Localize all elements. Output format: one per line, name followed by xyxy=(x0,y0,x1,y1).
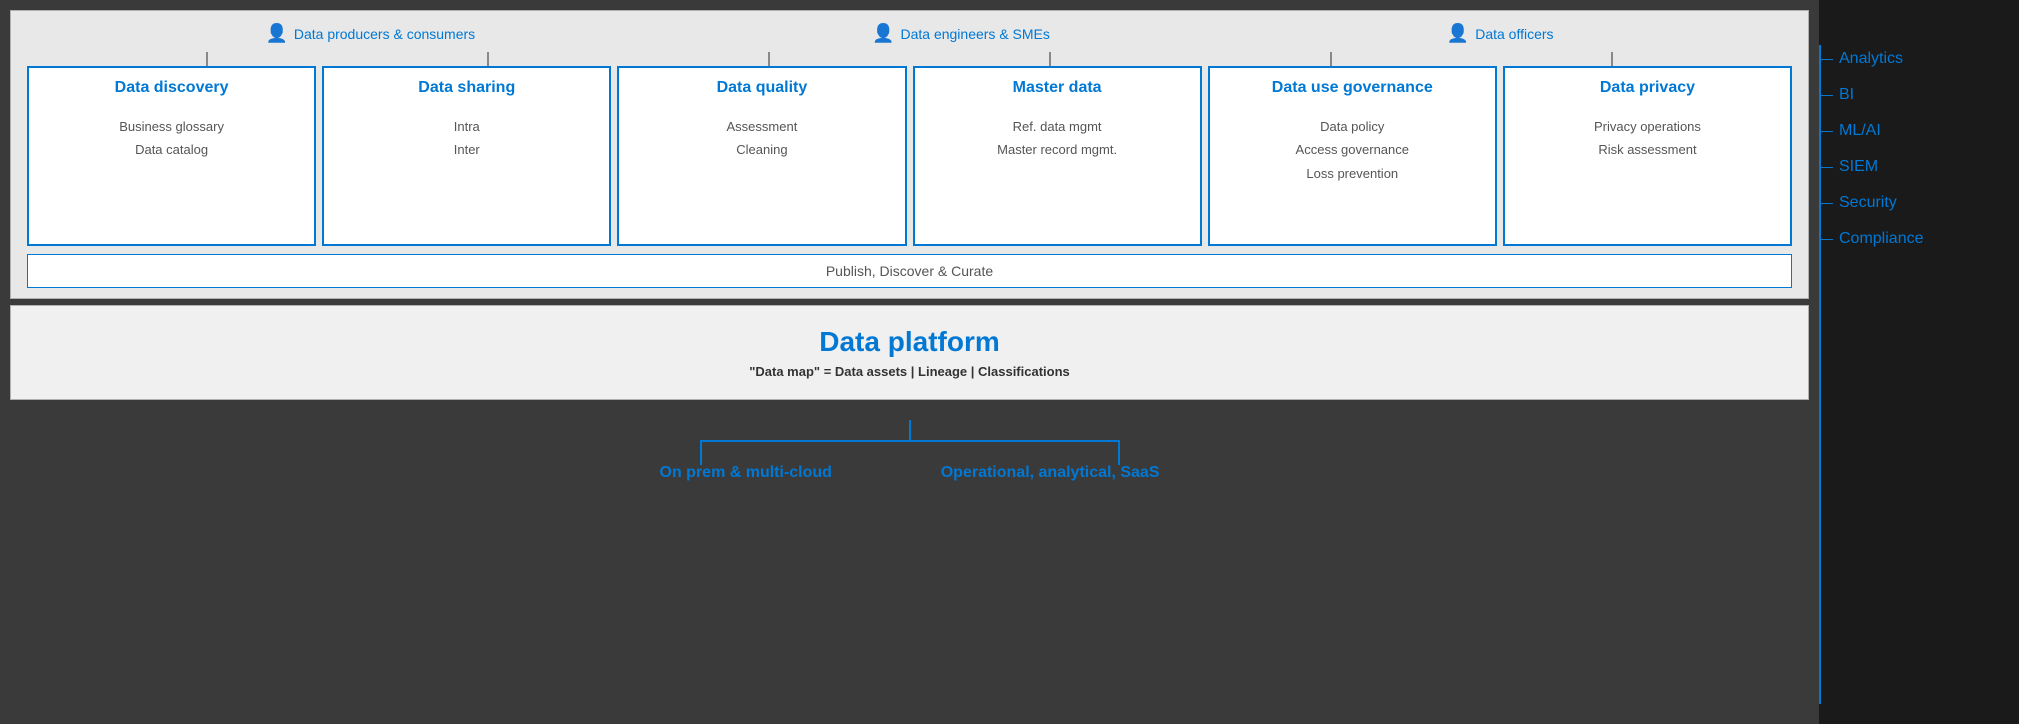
conn-2 xyxy=(487,52,489,66)
persona-label-3: Data officers xyxy=(1475,26,1553,42)
sidebar-item-bi[interactable]: BI xyxy=(1839,86,1999,104)
personas-row: 👤 Data producers & consumers 👤 Data engi… xyxy=(27,23,1792,44)
branch-right xyxy=(1118,440,1120,465)
bottom-labels: On prem & multi-cloud Operational, analy… xyxy=(650,464,1170,482)
person-icon-3: 👤 xyxy=(1447,23,1469,44)
data-box-privacy: Data privacy Privacy operations Risk ass… xyxy=(1503,66,1792,246)
sidebar-item-security[interactable]: Security xyxy=(1839,194,1999,212)
persona-officers: 👤 Data officers xyxy=(1447,23,1554,44)
sidebar-item-siem[interactable]: SIEM xyxy=(1839,158,1999,176)
box-title-governance: Data use governance xyxy=(1272,78,1433,99)
conn-1 xyxy=(206,52,208,66)
bottom-section: On prem & multi-cloud Operational, analy… xyxy=(10,400,1809,502)
conn-6 xyxy=(1611,52,1613,66)
conn-5 xyxy=(1330,52,1332,66)
platform-subtitle: "Data map" = Data assets | Lineage | Cla… xyxy=(27,364,1792,379)
sidebar-item-compliance[interactable]: Compliance xyxy=(1839,230,1999,248)
persona-engineers: 👤 Data engineers & SMEs xyxy=(872,23,1050,44)
data-box-discovery: Data discovery Business glossary Data ca… xyxy=(27,66,316,246)
data-box-governance: Data use governance Data policy Access g… xyxy=(1208,66,1497,246)
connector-lines xyxy=(27,52,1792,66)
box-items-privacy: Privacy operations Risk assessment xyxy=(1594,115,1701,162)
box-title-discovery: Data discovery xyxy=(115,78,229,99)
bottom-connector: On prem & multi-cloud Operational, analy… xyxy=(650,420,1170,482)
box-items-governance: Data policy Access governance Loss preve… xyxy=(1296,115,1409,185)
data-box-master: Master data Ref. data mgmt Master record… xyxy=(913,66,1202,246)
person-icon-1: 👤 xyxy=(265,23,287,44)
box-title-sharing: Data sharing xyxy=(418,78,515,99)
branch-left xyxy=(700,440,702,465)
box-items-discovery: Business glossary Data catalog xyxy=(119,115,224,162)
box-title-master: Master data xyxy=(1013,78,1102,99)
h-line xyxy=(700,440,1120,442)
bottom-label-left: On prem & multi-cloud xyxy=(660,464,832,482)
top-section: 👤 Data producers & consumers 👤 Data engi… xyxy=(10,10,1809,299)
data-box-sharing: Data sharing Intra Inter xyxy=(322,66,611,246)
sidebar-item-mlai[interactable]: ML/AI xyxy=(1839,122,1999,140)
bottom-label-right: Operational, analytical, SaaS xyxy=(941,464,1160,482)
platform-section: Data platform "Data map" = Data assets |… xyxy=(10,305,1809,400)
platform-title: Data platform xyxy=(27,326,1792,358)
publish-bar: Publish, Discover & Curate xyxy=(27,254,1792,288)
box-items-sharing: Intra Inter xyxy=(454,115,480,162)
box-title-privacy: Data privacy xyxy=(1600,78,1695,99)
conn-3 xyxy=(768,52,770,66)
person-icon-2: 👤 xyxy=(872,23,894,44)
persona-label-1: Data producers & consumers xyxy=(294,26,475,42)
data-box-quality: Data quality Assessment Cleaning xyxy=(617,66,906,246)
persona-producers: 👤 Data producers & consumers xyxy=(265,23,475,44)
conn-4 xyxy=(1049,52,1051,66)
persona-label-2: Data engineers & SMEs xyxy=(900,26,1049,42)
main-content: 👤 Data producers & consumers 👤 Data engi… xyxy=(0,0,1819,724)
vertical-line-top xyxy=(909,420,911,440)
data-boxes-row: Data discovery Business glossary Data ca… xyxy=(27,66,1792,246)
sidebar-items: Analytics BI ML/AI SIEM Security Complia… xyxy=(1819,0,2019,268)
box-items-quality: Assessment Cleaning xyxy=(727,115,798,162)
right-sidebar: Analytics BI ML/AI SIEM Security Complia… xyxy=(1819,0,2019,724)
sidebar-item-analytics[interactable]: Analytics xyxy=(1839,50,1999,68)
box-title-quality: Data quality xyxy=(717,78,808,99)
sidebar-bracket xyxy=(1819,45,1821,704)
box-items-master: Ref. data mgmt Master record mgmt. xyxy=(997,115,1117,162)
